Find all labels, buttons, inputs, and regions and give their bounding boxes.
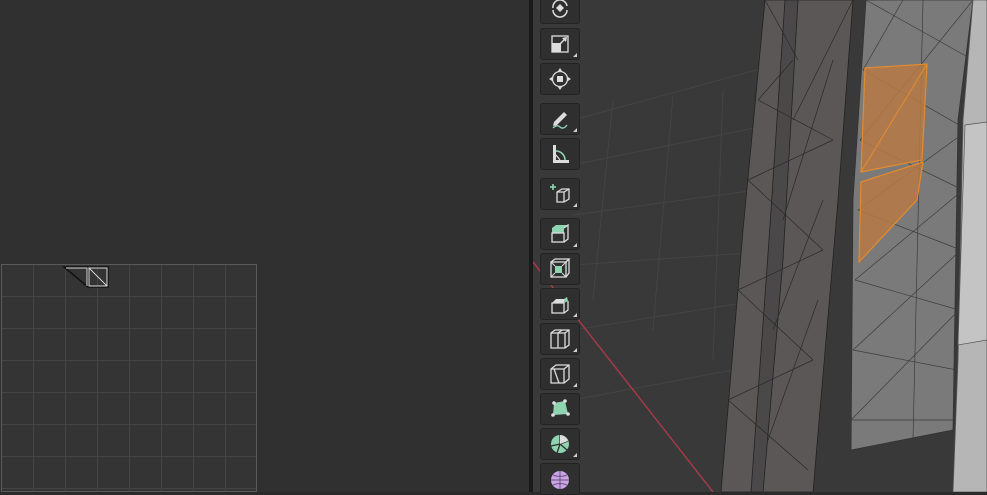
add-cube-icon (550, 184, 570, 203)
uv-grid[interactable] (1, 264, 257, 492)
rotate-tool-button[interactable] (540, 0, 580, 24)
bevel-tool-button[interactable] (540, 288, 580, 320)
poly-build-icon (551, 399, 570, 417)
viewport-scene (533, 0, 987, 492)
spin-icon (550, 435, 569, 454)
extrude-region-icon (551, 223, 569, 243)
annotate-tool-button[interactable] (540, 103, 580, 135)
3d-viewport[interactable] (533, 0, 987, 492)
measure-tool-button[interactable] (540, 138, 580, 170)
poly-build-tool-button[interactable] (540, 393, 580, 425)
extrude-region-tool-button[interactable] (540, 218, 580, 250)
smooth-icon (551, 471, 569, 489)
inset-faces-icon (550, 258, 571, 278)
transform-icon (549, 68, 571, 90)
uv-editor-panel[interactable] (0, 0, 529, 492)
uv-face-triangle[interactable] (61, 266, 89, 289)
loop-cut-tool-button[interactable] (540, 323, 580, 355)
spin-tool-button[interactable] (540, 428, 580, 460)
measure-icon (553, 145, 569, 163)
smooth-tool-button[interactable] (540, 463, 580, 495)
uv-islands[interactable] (2, 265, 258, 492)
add-cube-tool-button[interactable] (540, 178, 580, 210)
knife-icon (550, 364, 570, 384)
loop-cut-icon (550, 329, 570, 349)
rotate-icon (552, 0, 568, 18)
inset-faces-tool-button[interactable] (540, 253, 580, 285)
scale-tool-button[interactable] (540, 28, 580, 60)
knife-tool-button[interactable] (540, 358, 580, 390)
scale-icon (551, 35, 569, 53)
bevel-icon (551, 297, 569, 314)
annotate-icon (552, 112, 568, 129)
transform-tool-button[interactable] (540, 63, 580, 95)
